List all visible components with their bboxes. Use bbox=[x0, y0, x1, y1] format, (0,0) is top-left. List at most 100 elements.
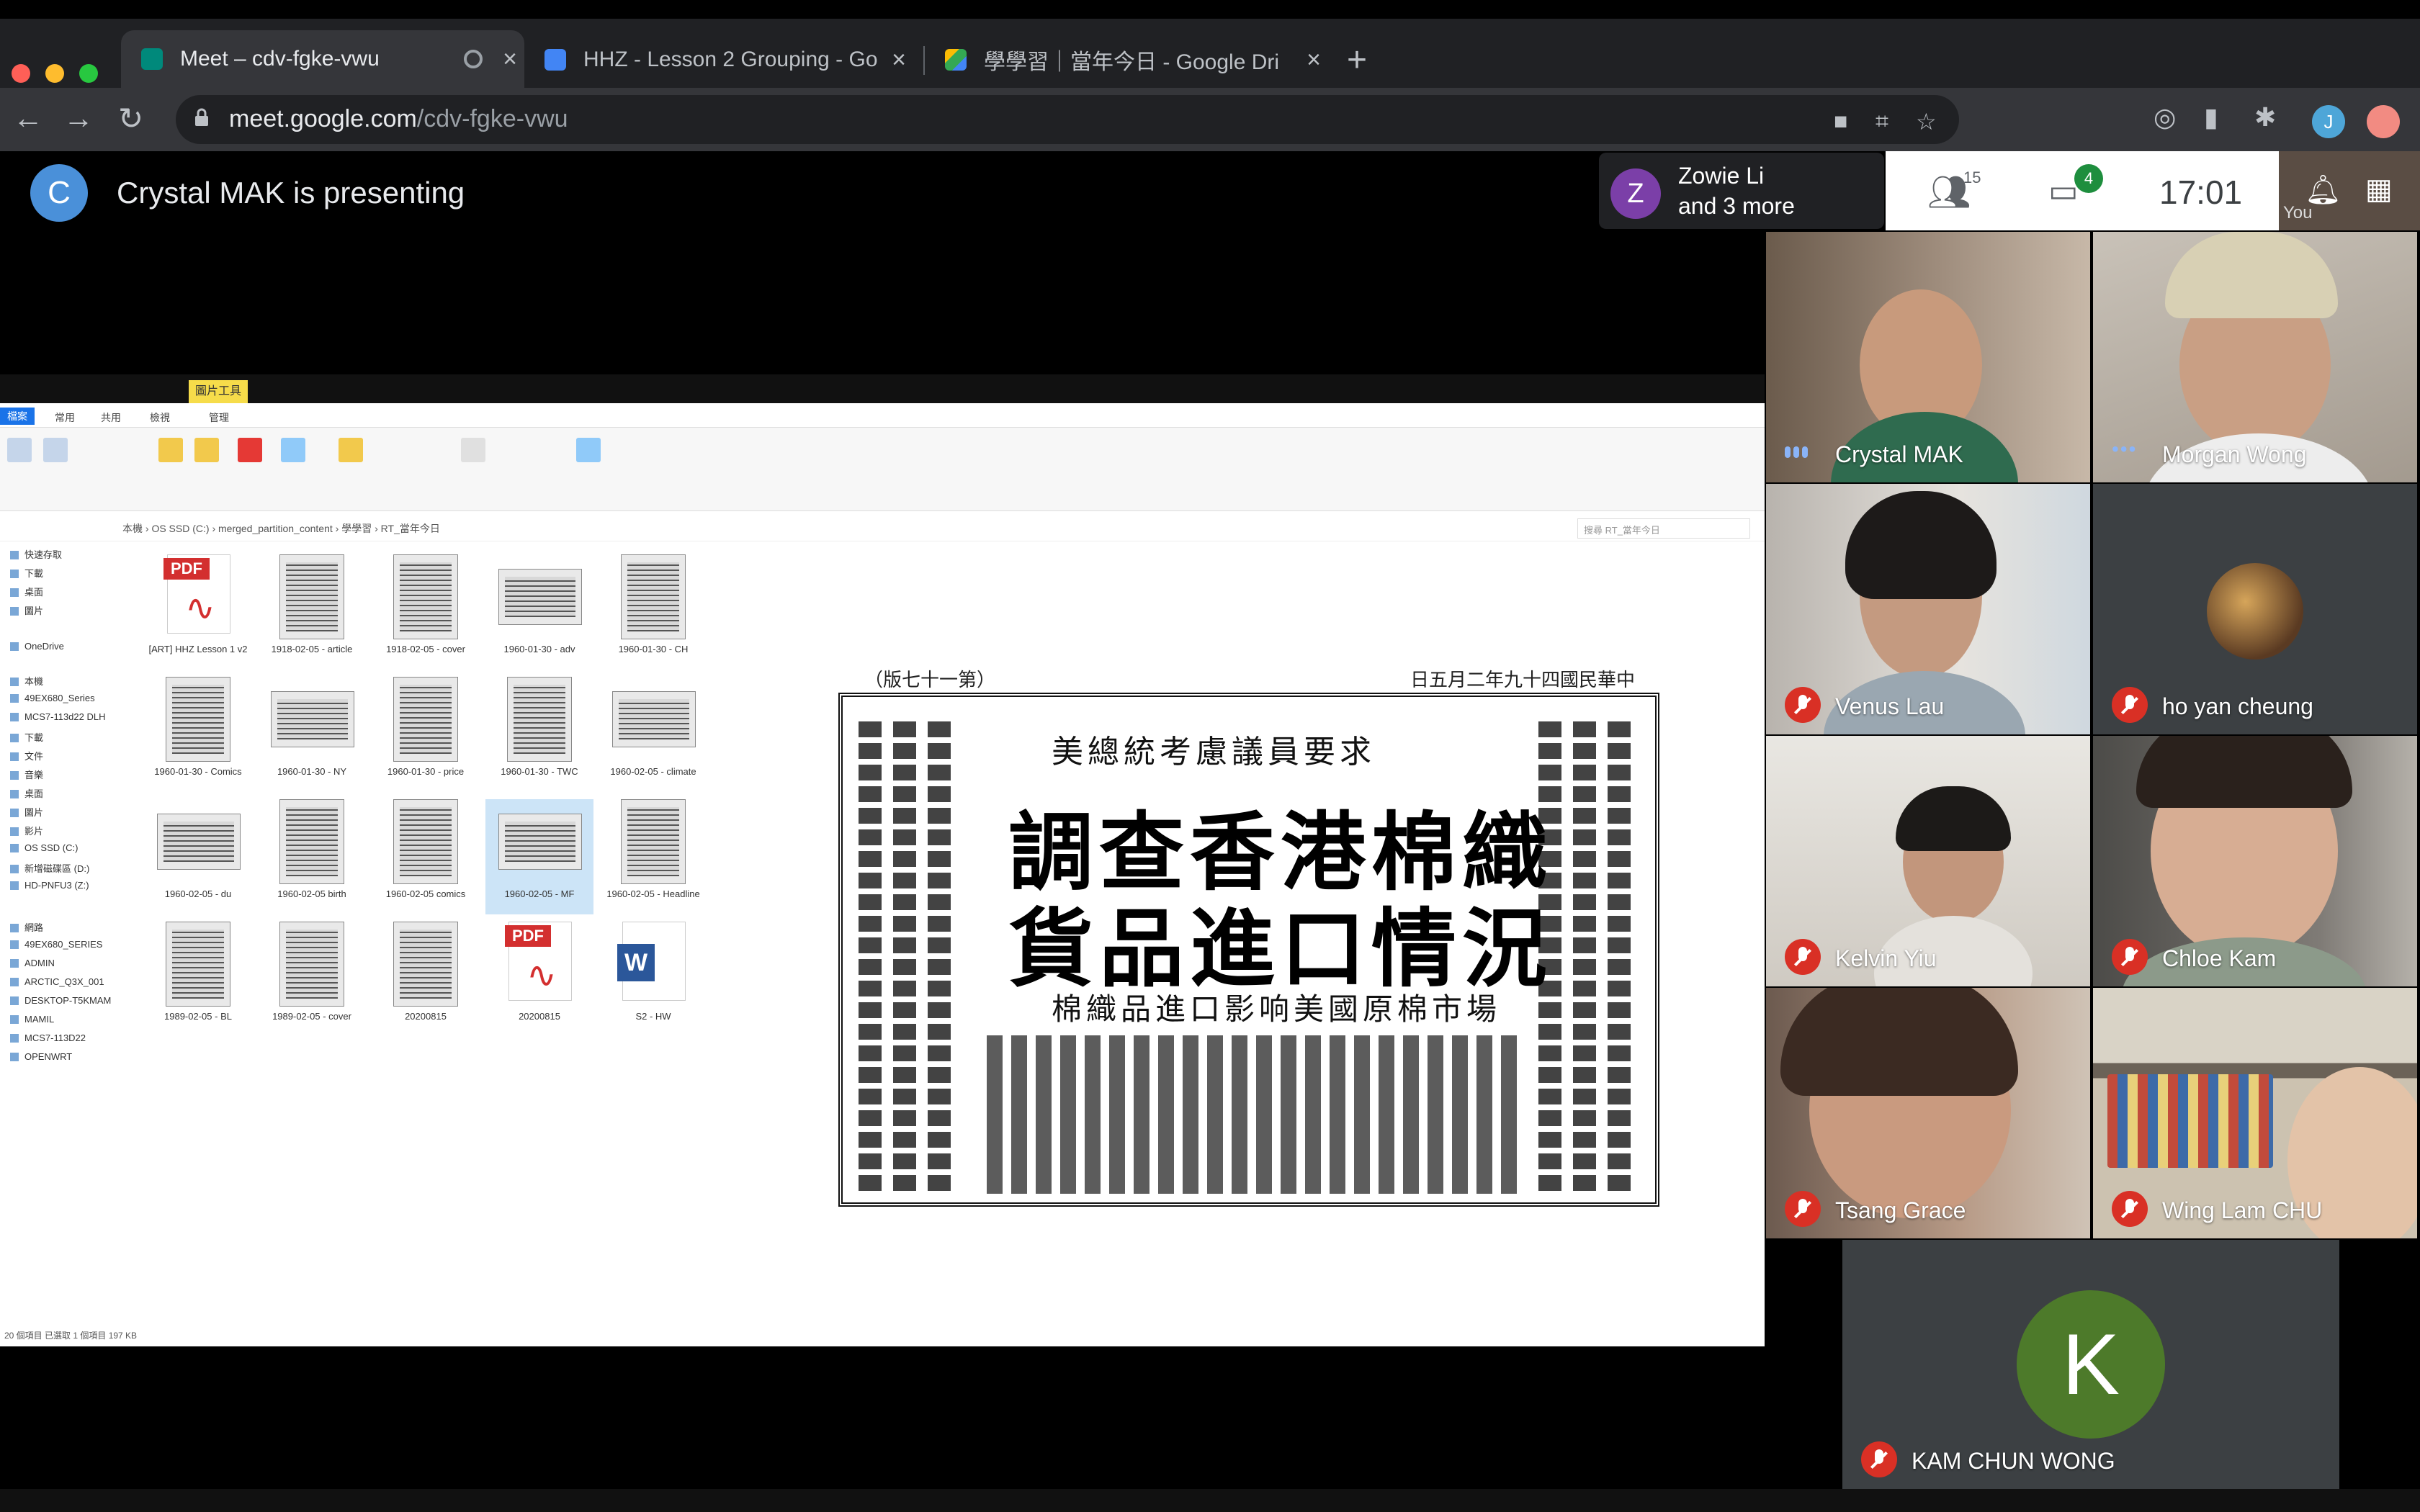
text-column bbox=[1608, 716, 1631, 1191]
article-deck: 棉織品進口影响美國原棉市場 bbox=[1052, 991, 1502, 1027]
mic-off-icon bbox=[1785, 939, 1821, 975]
ribbon-tab-file: 檔案 bbox=[0, 408, 35, 425]
minimize-window-button[interactable] bbox=[45, 64, 64, 83]
participant-name: Wing Lam CHU bbox=[2162, 1197, 2323, 1223]
participant-tile[interactable]: Wing Lam CHU bbox=[2093, 988, 2417, 1238]
translate-icon[interactable]: ⌗ bbox=[1876, 108, 1888, 135]
extension-b-icon[interactable]: ▮ bbox=[2204, 102, 2218, 132]
bell-icon[interactable]: 🔔︎ bbox=[2305, 173, 2341, 207]
participant-tile[interactable]: ho yan cheung bbox=[2093, 484, 2417, 734]
zoom-window-button[interactable] bbox=[79, 64, 98, 83]
participant-name: ho yan cheung bbox=[2162, 693, 2313, 719]
image-thumbnail bbox=[393, 922, 458, 1007]
nav-item: 快速存取 bbox=[10, 547, 62, 561]
more-options-icon[interactable]: ••• bbox=[2112, 438, 2137, 461]
reload-icon[interactable]: ↻ bbox=[118, 101, 143, 136]
back-icon[interactable]: ← bbox=[13, 101, 43, 135]
participant-tile[interactable]: Crystal MAK bbox=[1766, 232, 2090, 482]
participant-tile[interactable]: Chloe Kam bbox=[2093, 736, 2417, 986]
extension-a-icon[interactable]: ◎ bbox=[2154, 102, 2176, 132]
meet-favicon-icon bbox=[141, 48, 163, 70]
new-folder-icon bbox=[339, 438, 363, 462]
new-tab-button[interactable]: + bbox=[1347, 40, 1367, 80]
select-all-icon bbox=[576, 438, 601, 462]
close-window-button[interactable] bbox=[12, 64, 30, 83]
self-view-tile[interactable]: 🔔︎ ▦ You bbox=[2279, 151, 2420, 230]
nav-item: MCS7-113d22 DLH bbox=[10, 711, 105, 722]
close-tab-icon[interactable]: × bbox=[1299, 46, 1328, 74]
nav-item: MCS7-113D22 bbox=[10, 1032, 86, 1043]
file-item: 1960-02-05 comics bbox=[372, 799, 480, 914]
participant-name: Kelvin Yiu bbox=[1835, 945, 1937, 971]
properties-icon bbox=[461, 438, 485, 462]
participant-tile[interactable]: ••• Morgan Wong bbox=[2093, 232, 2417, 482]
drive-favicon-icon bbox=[945, 49, 967, 71]
tab-drive[interactable]: 學學習｜當年今日 - Google Dri × bbox=[925, 35, 1328, 85]
speaking-indicator-icon bbox=[1785, 446, 1814, 462]
bookshelf bbox=[2107, 1074, 2273, 1168]
article-subhead: 美總統考慮議員要求 bbox=[1052, 734, 1376, 770]
participant-name: Morgan Wong bbox=[2162, 441, 2307, 467]
participant-tile[interactable]: Kelvin Yiu bbox=[1766, 736, 2090, 986]
forward-icon[interactable]: → bbox=[63, 101, 94, 135]
address-bar[interactable]: meet.google.com/cdv-fgke-vwu ■ ⌗ ☆ bbox=[176, 95, 1959, 144]
participant-tile[interactable]: Venus Lau bbox=[1766, 484, 2090, 734]
nav-item: 文件 bbox=[10, 749, 43, 762]
file-label: 1960-01-30 - NY bbox=[277, 766, 347, 777]
nav-item: 圖片 bbox=[10, 805, 43, 819]
close-tab-icon[interactable]: × bbox=[884, 46, 913, 74]
tab-meet[interactable]: Meet – cdv-fgke-vwu × bbox=[121, 30, 524, 88]
participant-name: KAM CHUN WONG bbox=[1912, 1448, 2115, 1474]
camera-icon[interactable]: ■ bbox=[1834, 108, 1847, 135]
image-thumbnail bbox=[166, 922, 230, 1007]
participant-name: Venus Lau bbox=[1835, 693, 1945, 719]
file-label: 1960-01-30 - TWC bbox=[501, 766, 578, 777]
move-icon bbox=[158, 438, 183, 462]
pinned-more: and 3 more bbox=[1678, 193, 1795, 219]
grid-icon[interactable]: ▦ bbox=[2365, 173, 2393, 206]
article-body bbox=[987, 1035, 1520, 1194]
nav-item: MAMIL bbox=[10, 1014, 54, 1025]
people-count: 15 bbox=[1963, 168, 1981, 186]
nav-item: OPENWRT bbox=[10, 1051, 72, 1062]
explorer-titlebar: 圖片工具 bbox=[0, 374, 1765, 403]
bottom-strip bbox=[0, 1489, 2420, 1512]
pinned-participants-pill[interactable]: Z Zowie Li and 3 more bbox=[1599, 153, 1884, 229]
file-item: 1960-02-05 birth bbox=[258, 799, 366, 914]
text-column bbox=[859, 716, 882, 1191]
image-thumbnail bbox=[498, 569, 582, 625]
close-tab-icon[interactable]: × bbox=[496, 45, 524, 73]
file-label: 1918-02-05 - cover bbox=[386, 644, 465, 654]
star-icon[interactable]: ☆ bbox=[1916, 108, 1937, 135]
ribbon-tab-view: 檢視 bbox=[150, 412, 170, 423]
tab-docs[interactable]: HHZ - Lesson 2 Grouping - Go × bbox=[524, 35, 913, 85]
participant-name: Tsang Grace bbox=[1835, 1197, 1966, 1223]
explorer-ribbon-tabs: 檔案 常用 共用 檢視 管理 bbox=[0, 403, 1765, 428]
ribbon-tab-share: 共用 bbox=[101, 412, 121, 423]
explorer-nav-pane: 快速存取 下載 桌面 圖片 OneDrive 本機 49EX680_Series MCS7-1… bbox=[0, 547, 144, 1310]
extension-icon[interactable]: ✱ bbox=[2254, 102, 2276, 132]
file-label: 1960-02-05 - du bbox=[164, 888, 232, 899]
image-thumbnail bbox=[271, 691, 354, 747]
image-thumbnail bbox=[393, 799, 458, 884]
file-label: 1989-02-05 - BL bbox=[164, 1011, 232, 1022]
image-thumbnail bbox=[621, 554, 686, 639]
mic-off-icon bbox=[2112, 939, 2148, 975]
file-item: 1960-01-30 - Comics bbox=[144, 677, 252, 792]
recording-indicator-icon bbox=[464, 50, 483, 68]
explorer-search: 搜尋 RT_當年今日 bbox=[1577, 518, 1750, 539]
file-item: 20200815 bbox=[372, 922, 480, 1037]
nav-item: 桌面 bbox=[10, 786, 43, 800]
file-item: 1960-02-05 - du bbox=[144, 799, 252, 914]
participant-hair bbox=[2136, 736, 2352, 808]
profile-avatar[interactable]: J bbox=[2312, 105, 2345, 138]
chat-count-badge: 4 bbox=[2074, 164, 2103, 193]
image-thumbnail bbox=[498, 814, 582, 870]
file-label: 20200815 bbox=[405, 1011, 447, 1022]
extension-c-icon[interactable] bbox=[2367, 105, 2400, 138]
breadcrumb: 本機 › OS SSD (C:) › merged_partition_cont… bbox=[122, 523, 440, 534]
word-file-icon: W bbox=[617, 922, 686, 1001]
participant-tile[interactable]: Tsang Grace bbox=[1766, 988, 2090, 1238]
explorer-address-bar: 本機 › OS SSD (C:) › merged_partition_cont… bbox=[0, 516, 1765, 541]
copy-icon bbox=[43, 438, 68, 462]
